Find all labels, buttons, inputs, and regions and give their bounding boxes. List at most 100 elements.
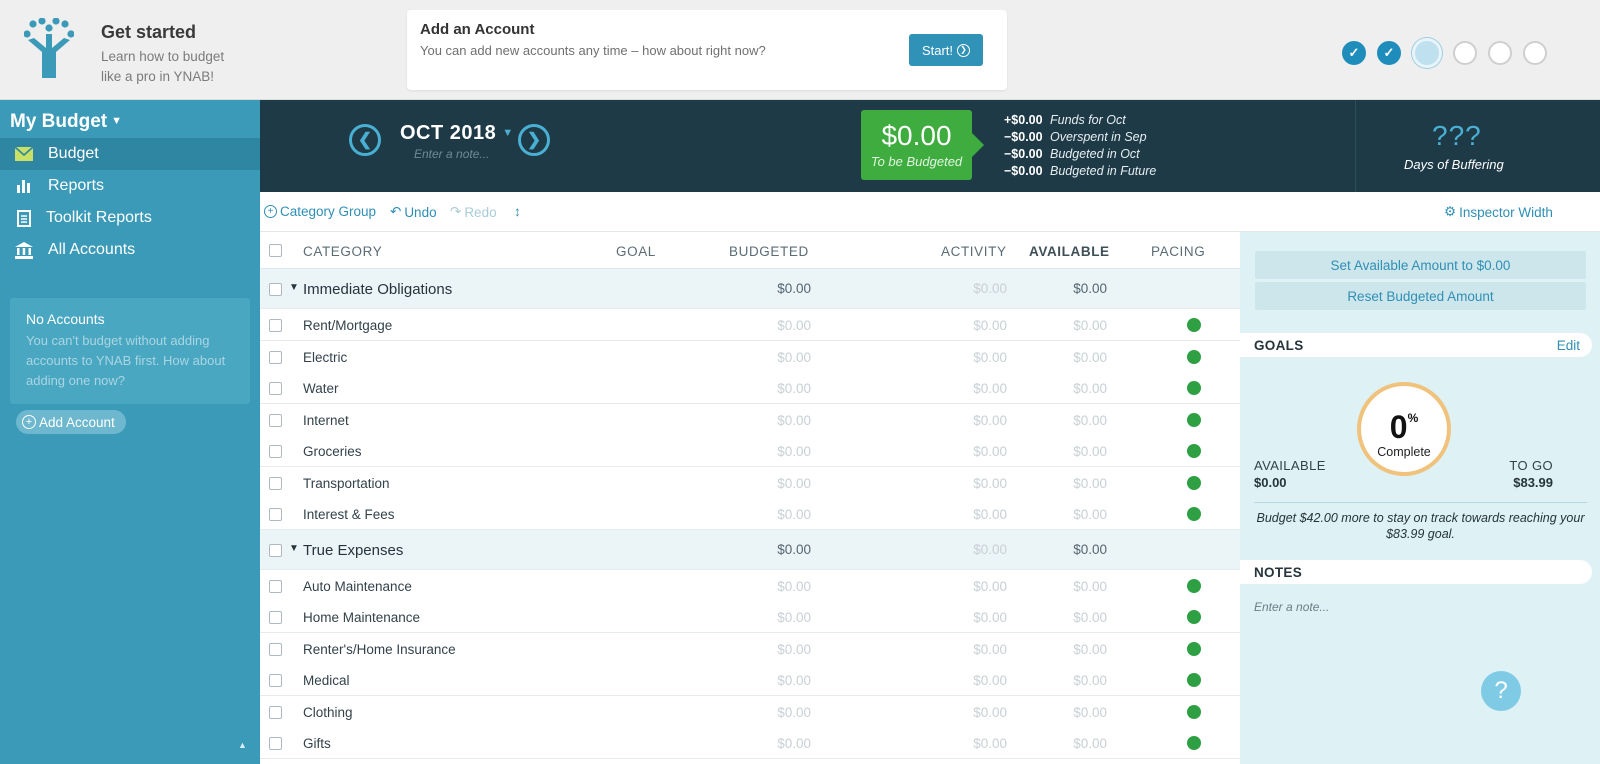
sidebar-item-all-accounts[interactable]: All Accounts — [0, 234, 260, 266]
category-available[interactable]: $0.00 — [1027, 579, 1107, 594]
add-account-button[interactable]: + Add Account — [16, 410, 126, 434]
month-note[interactable]: Enter a note... — [414, 147, 489, 161]
category-budgeted[interactable]: $0.00 — [731, 444, 811, 459]
category-name[interactable]: Interest & Fees — [303, 507, 395, 522]
category-name[interactable]: Clothing — [303, 705, 353, 720]
step-current[interactable] — [1412, 38, 1442, 68]
step-complete-check-icon[interactable]: ✓ — [1377, 41, 1401, 65]
category-budgeted[interactable]: $0.00 — [731, 610, 811, 625]
category-budgeted[interactable]: $0.00 — [731, 705, 811, 720]
collapse-triangle-icon[interactable]: ▼ — [289, 282, 299, 293]
category-group-name[interactable]: True Expenses — [303, 542, 403, 559]
month-selector[interactable]: OCT 2018 ▼ — [400, 122, 514, 145]
category-row[interactable]: Rent/Mortgage $0.00 $0.00 $0.00 — [260, 309, 1240, 341]
category-name[interactable]: Medical — [303, 673, 350, 688]
category-checkbox[interactable] — [269, 445, 282, 458]
category-name[interactable]: Renter's/Home Insurance — [303, 642, 456, 657]
category-row[interactable]: Transportation $0.00 $0.00 $0.00 — [260, 466, 1240, 499]
category-checkbox[interactable] — [269, 350, 282, 364]
category-name[interactable]: Electric — [303, 350, 347, 365]
category-checkbox[interactable] — [269, 476, 282, 490]
column-header-goal[interactable]: GOAL — [616, 244, 656, 259]
pacing-indicator-icon[interactable] — [1187, 704, 1201, 719]
category-activity[interactable]: $0.00 — [927, 350, 1007, 365]
category-activity[interactable]: $0.00 — [927, 736, 1007, 751]
category-name[interactable]: Auto Maintenance — [303, 579, 412, 594]
collapse-triangle-icon[interactable]: ▼ — [289, 543, 299, 554]
category-activity[interactable]: $0.00 — [927, 705, 1007, 720]
category-row[interactable]: Water $0.00 $0.00 $0.00 — [260, 372, 1240, 404]
pacing-indicator-icon[interactable] — [1187, 318, 1201, 332]
notes-input[interactable]: Enter a note... — [1254, 600, 1329, 614]
category-checkbox[interactable] — [269, 674, 282, 687]
category-budgeted[interactable]: $0.00 — [731, 350, 811, 365]
sidebar-item-toolkit-reports[interactable]: Toolkit Reports — [0, 202, 260, 234]
category-row[interactable]: Renter's/Home Insurance $0.00 $0.00 $0.00 — [260, 632, 1240, 665]
category-activity[interactable]: $0.00 — [927, 579, 1007, 594]
category-checkbox[interactable] — [269, 508, 282, 521]
column-header-available[interactable]: AVAILABLE — [1029, 244, 1110, 259]
category-available[interactable]: $0.00 — [1027, 350, 1107, 365]
category-activity[interactable]: $0.00 — [927, 444, 1007, 459]
category-name[interactable]: Water — [303, 381, 339, 396]
help-button[interactable]: ? — [1481, 671, 1521, 711]
pacing-indicator-icon[interactable] — [1187, 736, 1201, 750]
category-row[interactable]: Clothing $0.00 $0.00 $0.00 — [260, 695, 1240, 728]
category-group-name[interactable]: Immediate Obligations — [303, 281, 452, 298]
group-checkbox[interactable] — [269, 283, 282, 296]
group-checkbox[interactable] — [269, 543, 282, 557]
pacing-indicator-icon[interactable] — [1187, 412, 1201, 427]
category-available[interactable]: $0.00 — [1027, 736, 1107, 751]
category-available[interactable]: $0.00 — [1027, 476, 1107, 491]
pacing-indicator-icon[interactable] — [1187, 475, 1201, 490]
category-row[interactable]: Home Maintenance $0.00 $0.00 $0.00 — [260, 601, 1240, 633]
pacing-indicator-icon[interactable] — [1187, 349, 1201, 364]
category-row[interactable]: Groceries $0.00 $0.00 $0.00 — [260, 435, 1240, 467]
category-name[interactable]: Rent/Mortgage — [303, 318, 392, 333]
category-row[interactable]: Internet $0.00 $0.00 $0.00 — [260, 403, 1240, 436]
category-row[interactable]: Interest & Fees $0.00 $0.00 $0.00 — [260, 498, 1240, 530]
category-checkbox[interactable] — [269, 319, 282, 332]
category-budgeted[interactable]: $0.00 — [731, 381, 811, 396]
sidebar-item-reports[interactable]: Reports — [0, 170, 260, 202]
category-available[interactable]: $0.00 — [1027, 705, 1107, 720]
previous-month-icon[interactable]: ❮ — [349, 124, 381, 156]
column-header-budgeted[interactable]: BUDGETED — [729, 244, 809, 259]
category-checkbox[interactable] — [269, 611, 282, 624]
pacing-indicator-icon[interactable] — [1187, 578, 1201, 593]
category-activity[interactable]: $0.00 — [927, 381, 1007, 396]
category-activity[interactable]: $0.00 — [927, 413, 1007, 428]
category-budgeted[interactable]: $0.00 — [731, 318, 811, 333]
step-pending[interactable] — [1523, 41, 1547, 65]
category-group-row[interactable]: ▼ Immediate Obligations $0.00 $0.00 $0.00 — [260, 269, 1240, 309]
next-month-icon[interactable]: ❯ — [518, 124, 550, 156]
category-available[interactable]: $0.00 — [1027, 673, 1107, 688]
category-group-row[interactable]: ▼ True Expenses $0.00 $0.00 $0.00 — [260, 529, 1240, 570]
category-row[interactable]: Medical $0.00 $0.00 $0.00 — [260, 664, 1240, 696]
category-activity[interactable]: $0.00 — [927, 476, 1007, 491]
category-checkbox[interactable] — [269, 737, 282, 750]
category-budgeted[interactable]: $0.00 — [731, 673, 811, 688]
category-name[interactable]: Internet — [303, 413, 349, 428]
expand-collapse-icon[interactable]: ↕ — [514, 204, 521, 219]
category-name[interactable]: Transportation — [303, 476, 390, 491]
select-all-checkbox[interactable] — [269, 244, 282, 257]
category-checkbox[interactable] — [269, 705, 282, 719]
category-budgeted[interactable]: $0.00 — [731, 507, 811, 522]
category-available[interactable]: $0.00 — [1027, 507, 1107, 522]
category-available[interactable]: $0.00 — [1027, 413, 1107, 428]
category-budgeted[interactable]: $0.00 — [731, 413, 811, 428]
category-activity[interactable]: $0.00 — [927, 642, 1007, 657]
collapse-sidebar-icon[interactable]: ▲ — [238, 740, 247, 750]
undo-button[interactable]: ↶ Undo — [390, 204, 437, 220]
inspector-width-button[interactable]: ⚙ Inspector Width — [1444, 204, 1553, 220]
category-activity[interactable]: $0.00 — [927, 318, 1007, 333]
category-activity[interactable]: $0.00 — [927, 610, 1007, 625]
step-complete-check-icon[interactable]: ✓ — [1342, 41, 1366, 65]
category-checkbox[interactable] — [269, 579, 282, 593]
category-activity[interactable]: $0.00 — [927, 507, 1007, 522]
category-row[interactable]: Auto Maintenance $0.00 $0.00 $0.00 — [260, 569, 1240, 602]
sidebar-item-budget[interactable]: Budget — [0, 138, 260, 170]
category-row[interactable]: Gifts $0.00 $0.00 $0.00 — [260, 727, 1240, 759]
category-checkbox[interactable] — [269, 413, 282, 427]
